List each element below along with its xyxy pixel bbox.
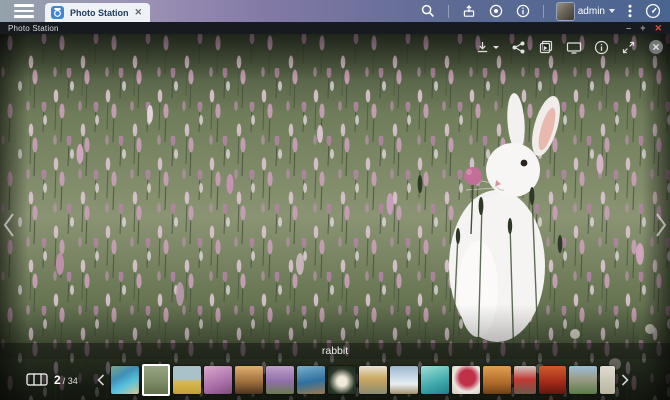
- scroll-thumbnails-left-icon[interactable]: [97, 374, 105, 386]
- photo-counter: 2/ 34: [26, 371, 78, 389]
- thumbnail-autumn-path[interactable]: [483, 366, 511, 394]
- thumbnail-turquoise-wave[interactable]: [421, 366, 449, 394]
- thumbnail-partial[interactable]: [600, 366, 615, 394]
- taskbar-right: admin: [421, 3, 670, 20]
- thumbnail-rabbit-field[interactable]: [142, 364, 170, 396]
- user-menu[interactable]: admin: [557, 3, 615, 20]
- caption-band: rabbit: [0, 343, 670, 359]
- window-close-button[interactable]: ✕: [654, 24, 662, 33]
- info-icon[interactable]: [516, 4, 530, 18]
- thumbnail-coast-cliff[interactable]: [297, 366, 325, 394]
- window-controls: – + ✕: [626, 24, 662, 33]
- scroll-thumbnails-right-icon[interactable]: [621, 374, 629, 386]
- download-options-caret-icon: [493, 46, 499, 49]
- photo-viewer: rabbit 2/ 34: [0, 34, 670, 400]
- search-icon[interactable]: [421, 4, 435, 18]
- tab-photo-station[interactable]: Photo Station ✕: [45, 3, 150, 22]
- thumbnail-child-red-hat[interactable]: [514, 366, 536, 394]
- filmstrip-icon: [26, 373, 48, 386]
- thumbnail-horse-sunset[interactable]: [235, 366, 263, 394]
- maximize-button[interactable]: +: [640, 24, 645, 33]
- thumbnail-pink-blossom[interactable]: [204, 366, 232, 394]
- thumbnail-lupine-flowers[interactable]: [266, 366, 294, 394]
- thumbnail-list: [111, 364, 615, 396]
- thumbnail-windmill[interactable]: [173, 366, 201, 394]
- window-title: Photo Station: [8, 24, 59, 33]
- photo-info-icon[interactable]: [594, 40, 609, 55]
- counter-current: 2: [54, 373, 61, 387]
- main-menu-icon[interactable]: [14, 4, 34, 18]
- taskbar: Photo Station ✕ admin: [0, 0, 670, 22]
- thumbnail-water-lily[interactable]: [328, 366, 356, 394]
- dashboard-icon[interactable]: [645, 3, 661, 19]
- share-icon[interactable]: [511, 40, 526, 55]
- download-icon[interactable]: [475, 40, 499, 55]
- divider: [543, 5, 544, 18]
- tab-label: Photo Station: [70, 8, 129, 18]
- next-photo-icon[interactable]: [654, 212, 668, 243]
- notifications-icon[interactable]: [489, 4, 503, 18]
- divider: [448, 5, 449, 18]
- avatar: [557, 3, 574, 20]
- previous-photo-icon[interactable]: [2, 212, 16, 243]
- photo-station-app-icon: [51, 6, 64, 19]
- more-menu-icon[interactable]: [628, 4, 632, 18]
- qts-desktop: Photo Station ✕ admin: [0, 0, 670, 400]
- tab-close-icon[interactable]: ✕: [135, 8, 143, 17]
- background-tasks-icon[interactable]: [462, 4, 476, 18]
- thumbnail-raspberries[interactable]: [452, 366, 480, 394]
- thumbnail-deer-mountain[interactable]: [390, 366, 418, 394]
- minimize-button[interactable]: –: [626, 24, 631, 33]
- thumbnail-beach-cove[interactable]: [111, 366, 139, 394]
- thumbnail-castle[interactable]: [569, 366, 597, 394]
- fullscreen-icon[interactable]: [621, 40, 636, 55]
- user-name: admin: [578, 6, 605, 17]
- thumbnail-strip: 2/ 34: [0, 359, 670, 400]
- tv-display-icon[interactable]: [566, 40, 582, 55]
- thumbnail-alpine-village[interactable]: [359, 366, 387, 394]
- slideshow-icon[interactable]: [538, 39, 554, 55]
- window-titlebar: Photo Station – + ✕: [0, 22, 670, 34]
- user-menu-caret-icon: [609, 9, 615, 13]
- photo-caption: rabbit: [322, 345, 348, 357]
- thumbnail-red-rooster[interactable]: [539, 366, 566, 394]
- counter-total: / 34: [63, 376, 78, 386]
- viewer-toolbar: [475, 39, 664, 55]
- viewer-close-icon[interactable]: [648, 39, 664, 55]
